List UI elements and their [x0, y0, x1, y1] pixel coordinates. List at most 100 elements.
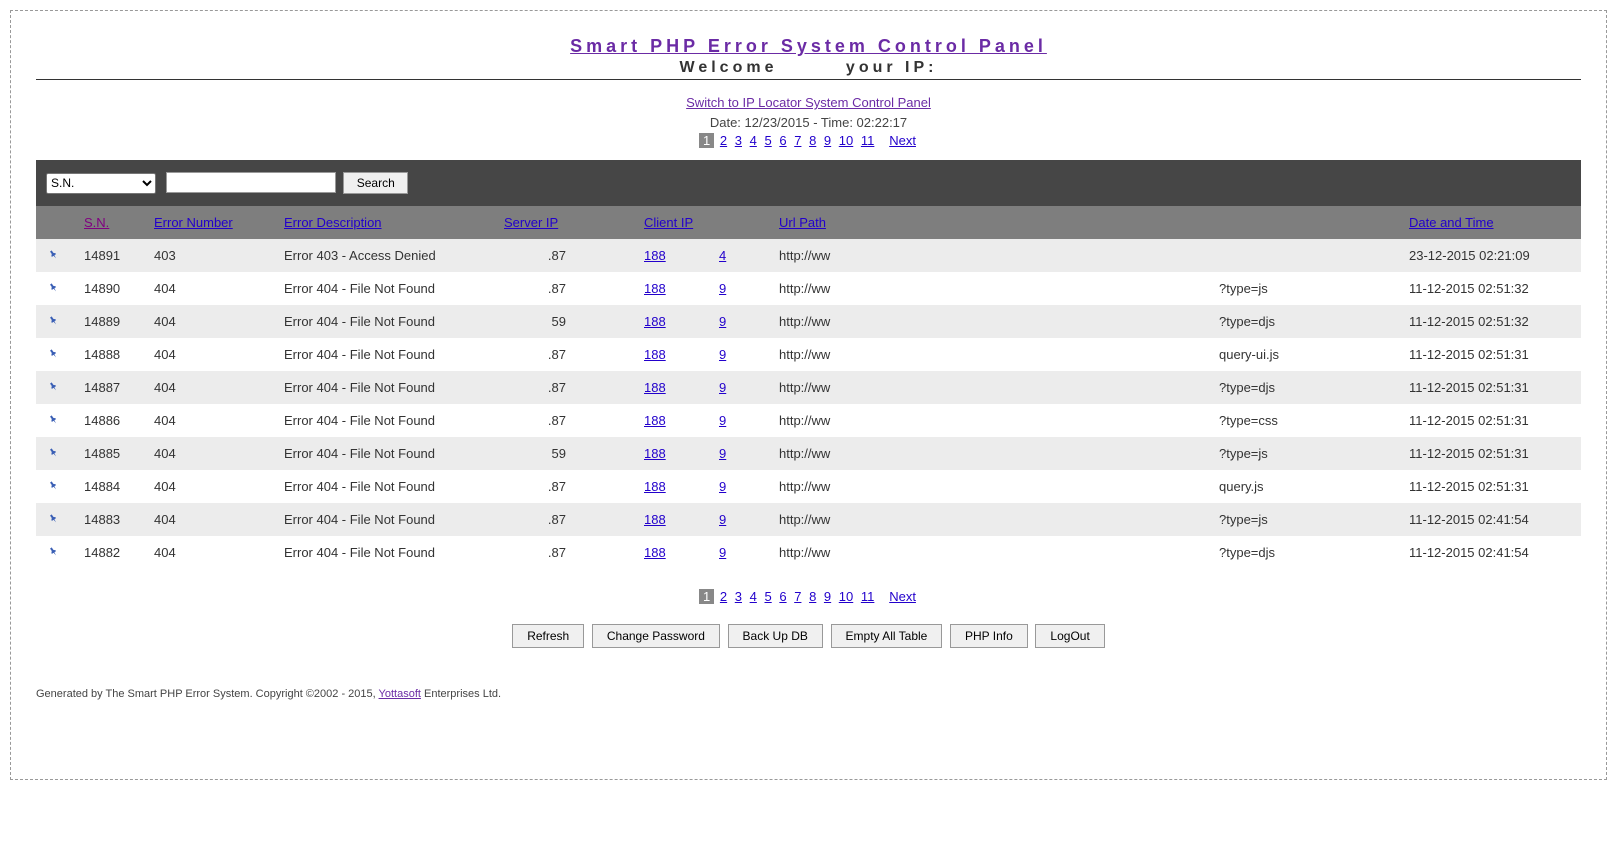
cell-clientip-link[interactable]: 188 [644, 446, 666, 461]
pager-next[interactable]: Next [889, 133, 916, 148]
pager-page-6[interactable]: 6 [779, 589, 786, 604]
pager-page-8[interactable]: 8 [809, 589, 816, 604]
cell-errdesc: Error 404 - File Not Found [276, 305, 496, 338]
footer-link[interactable]: Yottasoft [379, 688, 421, 700]
cell-clientip2-link[interactable]: 4 [719, 248, 726, 263]
pager-links-top: 2 3 4 5 6 7 8 9 10 11 [718, 133, 876, 148]
refresh-button[interactable]: Refresh [512, 624, 584, 648]
cell-errdesc: Error 404 - File Not Found [276, 272, 496, 305]
error-table: S.N. Error Number Error Description Serv… [36, 206, 1581, 569]
pin-icon[interactable] [45, 312, 63, 331]
cell-errdesc: Error 404 - File Not Found [276, 338, 496, 371]
cell-clientip-link[interactable]: 188 [644, 512, 666, 527]
pager-page-5[interactable]: 5 [764, 589, 771, 604]
cell-url: http://ww [771, 371, 1211, 404]
cell-serverip: .87 [496, 536, 636, 569]
pager-next-bottom[interactable]: Next [889, 589, 916, 604]
pager-page-7[interactable]: 7 [794, 133, 801, 148]
cell-clientip-link[interactable]: 188 [644, 380, 666, 395]
cell-serverip: .87 [496, 470, 636, 503]
footer-text1: Generated by The Smart PHP Error System.… [36, 688, 379, 700]
cell-url2: ?type=css [1211, 404, 1401, 437]
cell-clientip-link[interactable]: 188 [644, 545, 666, 560]
cell-sn: 14891 [76, 239, 146, 272]
search-input[interactable] [166, 172, 336, 193]
pager-page-11[interactable]: 11 [861, 133, 875, 148]
pager-page-9[interactable]: 9 [824, 133, 831, 148]
empty-table-button[interactable]: Empty All Table [831, 624, 943, 648]
pin-icon[interactable] [45, 345, 63, 364]
col-serverip-link[interactable]: Server IP [504, 215, 558, 230]
pin-icon[interactable] [45, 510, 63, 529]
cell-clientip-link[interactable]: 188 [644, 413, 666, 428]
cell-clientip2-link[interactable]: 9 [719, 347, 726, 362]
pager-page-2[interactable]: 2 [720, 589, 727, 604]
col-errnum-link[interactable]: Error Number [154, 215, 233, 230]
pager-page-7[interactable]: 7 [794, 589, 801, 604]
pager-page-11[interactable]: 11 [861, 589, 875, 604]
switch-panel-link[interactable]: Switch to IP Locator System Control Pane… [686, 95, 931, 110]
php-info-button[interactable]: PHP Info [950, 624, 1028, 648]
pin-icon[interactable] [45, 279, 63, 298]
search-button[interactable]: Search [343, 172, 408, 194]
table-row: 14883404Error 404 - File Not Found.87188… [36, 503, 1581, 536]
pager-page-10[interactable]: 10 [839, 589, 853, 604]
pager-page-3[interactable]: 3 [735, 589, 742, 604]
col-sn-link[interactable]: S.N. [84, 215, 109, 230]
pin-icon[interactable] [45, 543, 63, 562]
cell-clientip2-link[interactable]: 9 [719, 380, 726, 395]
cell-clientip2-link[interactable]: 9 [719, 479, 726, 494]
pager-page-4[interactable]: 4 [750, 589, 757, 604]
col-clientip-link[interactable]: Client IP [644, 215, 693, 230]
backup-db-button[interactable]: Back Up DB [728, 624, 823, 648]
col-urlpath-link[interactable]: Url Path [779, 215, 826, 230]
table-body: 14891403Error 403 - Access Denied.871884… [36, 239, 1581, 569]
cell-url2: ?type=djs [1211, 305, 1401, 338]
cell-serverip: .87 [496, 404, 636, 437]
cell-errdesc: Error 403 - Access Denied [276, 239, 496, 272]
pin-icon[interactable] [45, 411, 63, 430]
search-field-select[interactable]: S.N. [46, 173, 156, 194]
logout-button[interactable]: LogOut [1035, 624, 1104, 648]
action-buttons: Refresh Change Password Back Up DB Empty… [36, 624, 1581, 648]
table-row: 14889404Error 404 - File Not Found591889… [36, 305, 1581, 338]
cell-clientip-link[interactable]: 188 [644, 314, 666, 329]
cell-clientip2-link[interactable]: 9 [719, 545, 726, 560]
cell-sn: 14890 [76, 272, 146, 305]
pager-page-5[interactable]: 5 [764, 133, 771, 148]
col-datetime-link[interactable]: Date and Time [1409, 215, 1494, 230]
pin-icon[interactable] [45, 444, 63, 463]
cell-errdesc: Error 404 - File Not Found [276, 371, 496, 404]
pin-icon[interactable] [45, 378, 63, 397]
datetime-label: Date: 12/23/2015 - Time: 02:22:17 [36, 115, 1581, 130]
cell-clientip-link[interactable]: 188 [644, 281, 666, 296]
pager-page-6[interactable]: 6 [779, 133, 786, 148]
col-errdesc-link[interactable]: Error Description [284, 215, 382, 230]
cell-datetime: 23-12-2015 02:21:09 [1401, 239, 1581, 272]
pager-page-9[interactable]: 9 [824, 589, 831, 604]
cell-clientip2-link[interactable]: 9 [719, 281, 726, 296]
cell-clientip-link[interactable]: 188 [644, 347, 666, 362]
pager-page-3[interactable]: 3 [735, 133, 742, 148]
pager-page-10[interactable]: 10 [839, 133, 853, 148]
cell-sn: 14887 [76, 371, 146, 404]
change-password-button[interactable]: Change Password [592, 624, 720, 648]
cell-clientip2-link[interactable]: 9 [719, 413, 726, 428]
pager-page-8[interactable]: 8 [809, 133, 816, 148]
cell-clientip-link[interactable]: 188 [644, 479, 666, 494]
cell-errdesc: Error 404 - File Not Found [276, 470, 496, 503]
cell-url2: ?type=js [1211, 272, 1401, 305]
search-bar: S.N. Search [36, 160, 1581, 206]
footer-text2: Enterprises Ltd. [421, 688, 501, 700]
cell-url2: ?type=js [1211, 437, 1401, 470]
cell-serverip: 59 [496, 437, 636, 470]
cell-clientip2-link[interactable]: 9 [719, 314, 726, 329]
cell-clientip2-link[interactable]: 9 [719, 446, 726, 461]
pin-icon[interactable] [45, 477, 63, 496]
pager-page-2[interactable]: 2 [720, 133, 727, 148]
cell-clientip2-link[interactable]: 9 [719, 512, 726, 527]
cell-clientip-link[interactable]: 188 [644, 248, 666, 263]
pin-icon[interactable] [45, 246, 63, 265]
pager-page-4[interactable]: 4 [750, 133, 757, 148]
cell-errnum: 404 [146, 536, 276, 569]
